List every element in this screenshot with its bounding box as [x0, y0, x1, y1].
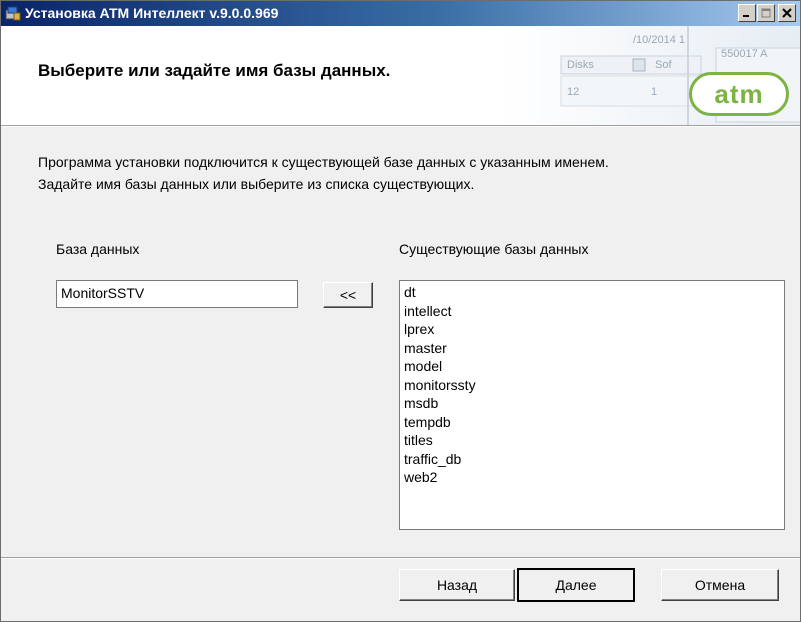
list-item[interactable]: titles	[404, 431, 780, 450]
list-item[interactable]: lprex	[404, 320, 780, 339]
list-item[interactable]: traffic_db	[404, 450, 780, 469]
existing-databases-label: Существующие базы данных	[399, 241, 589, 257]
banner-fragment: /10/2014 1	[633, 34, 685, 46]
description: Программа установки подключится к сущест…	[38, 151, 609, 195]
installer-window: Установка АТМ Интеллект v.9.0.0.969 Выбе…	[0, 0, 801, 622]
database-label: База данных	[56, 241, 140, 257]
cancel-button[interactable]: Отмена	[661, 569, 779, 601]
title-bar[interactable]: Установка АТМ Интеллект v.9.0.0.969	[1, 1, 800, 26]
next-button[interactable]: Далее	[517, 568, 635, 602]
header-divider	[1, 125, 800, 127]
banner-fragment: 550017 A	[721, 48, 768, 60]
list-item[interactable]: dt	[404, 283, 780, 302]
banner-fragment: 1	[651, 86, 658, 98]
close-icon	[782, 8, 792, 18]
maximize-button[interactable]	[757, 4, 775, 22]
minimize-icon	[742, 8, 752, 18]
header-banner: Выберите или задайте имя базы данных. /1…	[1, 26, 800, 125]
back-button[interactable]: Назад	[399, 569, 515, 601]
description-line-1: Программа установки подключится к сущест…	[38, 154, 609, 170]
banner-fragment: 12	[567, 86, 580, 98]
select-database-button[interactable]: <<	[323, 282, 373, 308]
footer-divider	[1, 557, 800, 559]
minimize-button[interactable]	[738, 4, 756, 22]
logo-text: atm	[714, 78, 764, 109]
database-name-input[interactable]: MonitorSSTV	[56, 280, 298, 308]
list-item[interactable]: msdb	[404, 394, 780, 413]
close-button[interactable]	[778, 4, 796, 22]
banner-fragment: Disks	[567, 59, 594, 71]
list-item[interactable]: model	[404, 357, 780, 376]
banner-title: Выберите или задайте имя базы данных.	[38, 61, 391, 80]
list-item[interactable]: master	[404, 339, 780, 358]
list-item[interactable]: web2	[404, 468, 780, 487]
installer-icon	[5, 5, 21, 21]
atm-logo: atm	[689, 72, 789, 116]
maximize-icon	[761, 8, 771, 18]
list-item[interactable]: tempdb	[404, 413, 780, 432]
list-item[interactable]: intellect	[404, 302, 780, 321]
window-title: Установка АТМ Интеллект v.9.0.0.969	[25, 5, 279, 21]
existing-databases-list[interactable]: dt intellect lprex master model monitors…	[399, 280, 785, 530]
banner-fragment: Sof	[655, 59, 672, 71]
list-item[interactable]: monitorssty	[404, 376, 780, 395]
description-line-2: Задайте имя базы данных или выберите из …	[38, 176, 475, 192]
